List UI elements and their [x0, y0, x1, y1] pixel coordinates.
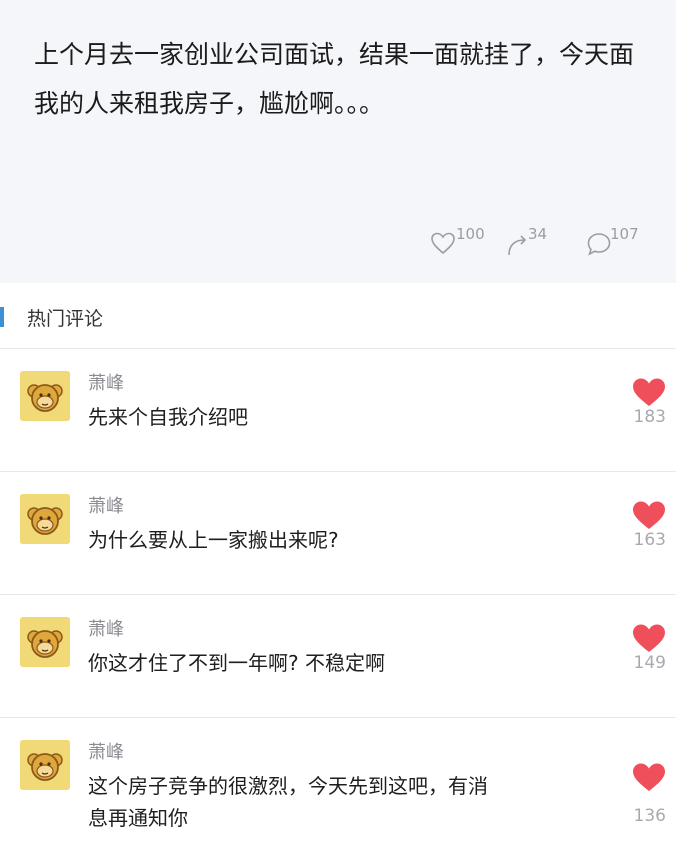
comment-item: 萧峰 这个房子竞争的很激烈，今天先到这吧，有消息再通知你 136	[0, 718, 676, 843]
monkey-avatar-icon	[20, 494, 70, 544]
comment-text: 先来个自我介绍吧	[88, 405, 248, 429]
avatar[interactable]	[20, 494, 70, 544]
comment-text: 为什么要从上一家搬出来呢?	[88, 528, 339, 552]
comment-item: 萧峰 先来个自我介绍吧 183	[0, 349, 676, 472]
heart-icon[interactable]	[632, 377, 666, 407]
comment-item: 萧峰 为什么要从上一家搬出来呢? 163	[0, 472, 676, 595]
avatar[interactable]	[20, 617, 70, 667]
share-count: 34	[528, 225, 548, 243]
like-count: 100	[456, 225, 485, 243]
monkey-avatar-icon	[20, 617, 70, 667]
comment-text: 这个房子竞争的很激烈，今天先到这吧，有消息再通知你	[88, 774, 488, 830]
section-title: 热门评论	[27, 308, 104, 330]
comment-author[interactable]: 萧峰	[88, 738, 124, 764]
comment-bubble-icon	[587, 233, 611, 256]
heart-icon[interactable]	[632, 623, 666, 653]
comment-like-count: 183	[633, 407, 666, 427]
comment-author[interactable]: 萧峰	[88, 369, 124, 395]
share-icon	[508, 235, 527, 256]
comment-like-count: 136	[633, 806, 666, 826]
comment-text: 你这才住了不到一年啊? 不稳定啊	[88, 651, 385, 675]
heart-outline-icon	[431, 232, 455, 255]
comment-author[interactable]: 萧峰	[88, 492, 124, 518]
comment-author[interactable]: 萧峰	[88, 615, 124, 641]
section-accent-bar	[0, 307, 4, 327]
monkey-avatar-icon	[20, 740, 70, 790]
heart-icon[interactable]	[632, 762, 666, 792]
post-text: 上个月去一家创业公司面试，结果一面就挂了，今天面我的人来租我房子，尴尬啊。。。	[34, 40, 635, 118]
comment-like-count: 149	[633, 653, 666, 673]
comment-item: 萧峰 你这才住了不到一年啊? 不稳定啊 149	[0, 595, 676, 718]
post-card: 上个月去一家创业公司面试，结果一面就挂了，今天面我的人来租我房子，尴尬啊。。。 …	[0, 0, 676, 283]
avatar[interactable]	[20, 371, 70, 421]
heart-icon[interactable]	[632, 500, 666, 530]
comment-count: 107	[610, 225, 639, 243]
monkey-avatar-icon	[20, 371, 70, 421]
comment-like-count: 163	[633, 530, 666, 550]
avatar[interactable]	[20, 740, 70, 790]
hot-comments-header: 热门评论	[0, 283, 676, 349]
